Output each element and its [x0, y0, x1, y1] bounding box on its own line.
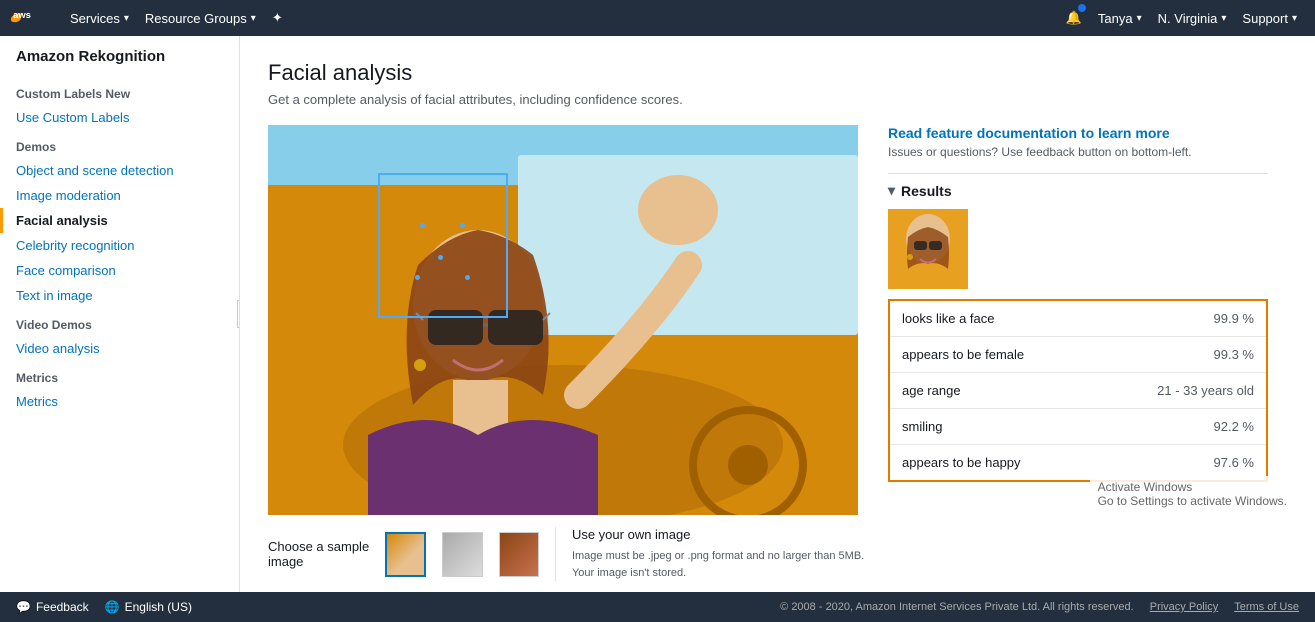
copyright-text: © 2008 - 2020, Amazon Internet Services … — [780, 601, 1134, 613]
result-label-0: looks like a face — [889, 300, 1096, 337]
main-content: Facial analysis Get a complete analysis … — [240, 36, 1315, 592]
face-landmark-dot — [415, 275, 420, 280]
main-image-container — [268, 125, 858, 515]
demos-header: Demos — [0, 130, 239, 158]
custom-labels-section: Custom Labels New Use Custom Labels — [0, 77, 239, 130]
results-table: looks like a face 99.9 % appears to be f… — [888, 299, 1268, 482]
sidebar: Amazon Rekognition Custom Labels New Use… — [0, 36, 240, 592]
privacy-policy-link[interactable]: Privacy Policy — [1150, 601, 1218, 613]
support-menu[interactable]: Support ▾ — [1234, 0, 1305, 36]
result-value-4: 97.6 % — [1096, 445, 1267, 482]
sidebar-item-object-detection[interactable]: Object and scene detection — [0, 158, 239, 183]
notifications-bell[interactable]: 🔔 — [1058, 0, 1090, 36]
user-chevron-icon: ▾ — [1137, 13, 1142, 24]
result-label-1: appears to be female — [889, 337, 1096, 373]
sidebar-item-video-analysis[interactable]: Video analysis — [0, 336, 239, 361]
main-layout: Amazon Rekognition Custom Labels New Use… — [0, 36, 1315, 592]
sidebar-item-use-custom-labels[interactable]: Use Custom Labels — [0, 105, 239, 130]
main-demo-image — [268, 125, 858, 515]
demo-area: Choose a sample image Use your own image… — [268, 125, 1287, 581]
resource-groups-chevron-icon: ▾ — [251, 13, 256, 24]
top-navigation: aws Services ▾ Resource Groups ▾ ✦ 🔔 Tan… — [0, 0, 1315, 36]
result-row-0: looks like a face 99.9 % — [889, 300, 1267, 337]
support-chevron-icon: ▾ — [1292, 13, 1297, 24]
own-image-panel: Use your own image Image must be .jpeg o… — [555, 527, 868, 581]
face-thumbnail — [888, 209, 968, 289]
sidebar-item-celebrity-recognition[interactable]: Celebrity recognition — [0, 233, 239, 258]
result-value-2: 21 - 33 years old — [1096, 373, 1267, 409]
chat-icon: 💬 — [16, 600, 31, 614]
region-menu[interactable]: N. Virginia ▾ — [1150, 0, 1235, 36]
result-label-2: age range — [889, 373, 1096, 409]
result-row-2: age range 21 - 33 years old — [889, 373, 1267, 409]
bell-icon: 🔔 — [1066, 10, 1082, 26]
bookmarks-icon[interactable]: ✦ — [264, 10, 291, 26]
result-row-4: appears to be happy 97.6 % — [889, 445, 1267, 482]
region-chevron-icon: ▾ — [1221, 13, 1226, 24]
sample-thumb-2[interactable] — [442, 532, 482, 577]
results-chevron-icon: ▾ — [888, 182, 895, 199]
face-landmark-dot — [460, 223, 465, 228]
footer: 💬 Feedback 🌐 English (US) © 2008 - 2020,… — [0, 592, 1315, 622]
result-row-1: appears to be female 99.3 % — [889, 337, 1267, 373]
aws-logo[interactable]: aws — [10, 6, 48, 30]
own-image-note: Image must be .jpeg or .png format and n… — [572, 548, 868, 581]
right-nav: 🔔 Tanya ▾ N. Virginia ▾ Support ▾ — [1058, 0, 1305, 36]
language-selector[interactable]: 🌐 English (US) — [105, 600, 192, 614]
custom-labels-header: Custom Labels New — [0, 77, 239, 105]
result-value-1: 99.3 % — [1096, 337, 1267, 373]
sample-thumb-3[interactable] — [499, 532, 539, 577]
result-label-4: appears to be happy — [889, 445, 1096, 482]
image-panel: Choose a sample image Use your own image… — [268, 125, 868, 581]
page-subtitle: Get a complete analysis of facial attrib… — [268, 92, 1287, 107]
terms-of-use-link[interactable]: Terms of Use — [1234, 601, 1299, 613]
resource-groups-menu[interactable]: Resource Groups ▾ — [137, 0, 264, 36]
services-menu[interactable]: Services ▾ — [62, 0, 137, 36]
svg-text:aws: aws — [13, 10, 31, 21]
sample-thumb-1[interactable] — [385, 532, 426, 577]
face-landmark-dot — [438, 255, 443, 260]
page-title: Facial analysis — [268, 60, 1287, 86]
face-landmark-dot — [465, 275, 470, 280]
notification-dot — [1078, 4, 1086, 12]
own-image-label: Use your own image — [572, 527, 868, 542]
results-header: ▾ Results — [888, 173, 1268, 199]
docs-hint: Issues or questions? Use feedback button… — [888, 145, 1268, 159]
video-demos-header: Video Demos — [0, 308, 239, 336]
face-detection-box — [378, 173, 508, 318]
user-menu[interactable]: Tanya ▾ — [1090, 0, 1150, 36]
footer-links: Privacy Policy Terms of Use — [1150, 601, 1299, 613]
result-label-3: smiling — [889, 409, 1096, 445]
services-chevron-icon: ▾ — [124, 13, 129, 24]
result-value-3: 92.2 % — [1096, 409, 1267, 445]
results-panel: Read feature documentation to learn more… — [888, 125, 1268, 581]
sample-images-row: Choose a sample image Use your own image… — [268, 527, 868, 581]
result-value-0: 99.9 % — [1096, 300, 1267, 337]
sidebar-item-image-moderation[interactable]: Image moderation — [0, 183, 239, 208]
sidebar-item-metrics[interactable]: Metrics — [0, 389, 239, 414]
globe-icon: 🌐 — [105, 600, 120, 614]
metrics-header: Metrics — [0, 361, 239, 389]
result-row-3: smiling 92.2 % — [889, 409, 1267, 445]
sidebar-item-text-in-image[interactable]: Text in image — [0, 283, 239, 308]
sidebar-title: Amazon Rekognition — [0, 36, 239, 69]
sample-label: Choose a sample image — [268, 539, 369, 569]
sidebar-item-face-comparison[interactable]: Face comparison — [0, 258, 239, 283]
face-landmark-dot — [420, 223, 425, 228]
sidebar-item-facial-analysis[interactable]: Facial analysis — [0, 208, 239, 233]
docs-link[interactable]: Read feature documentation to learn more — [888, 125, 1268, 141]
feedback-button[interactable]: 💬 Feedback — [16, 600, 89, 614]
